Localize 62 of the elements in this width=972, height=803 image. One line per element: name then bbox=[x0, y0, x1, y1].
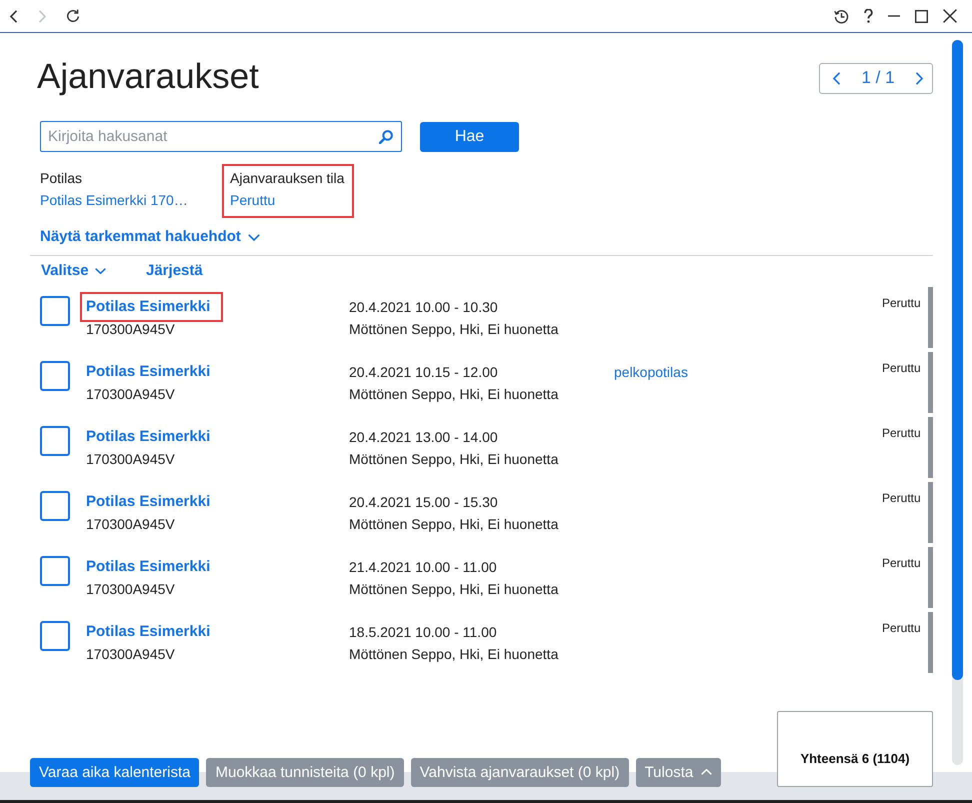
maximize-icon[interactable] bbox=[915, 10, 928, 22]
patient-id: 170300A945V bbox=[86, 320, 175, 338]
patient-link[interactable]: Potilas Esimerkki bbox=[86, 622, 210, 642]
total-count-panel: Yhteensä 6 (1104) bbox=[777, 711, 933, 787]
patient-link[interactable]: Potilas Esimerkki bbox=[86, 492, 210, 512]
status-text: Peruttu bbox=[882, 620, 921, 636]
status-text: Peruttu bbox=[882, 295, 921, 311]
page-title: Ajanvaraukset bbox=[37, 56, 259, 98]
status-text: Peruttu bbox=[882, 555, 921, 571]
action-button[interactable]: Varaa aika kalenterista bbox=[30, 758, 200, 787]
sort-link[interactable]: Järjestä bbox=[146, 261, 203, 281]
tag-link[interactable]: pelkopotilas bbox=[614, 362, 688, 382]
chevron-left-icon[interactable] bbox=[833, 72, 841, 84]
refresh-icon[interactable] bbox=[66, 9, 80, 23]
chevron-right-icon[interactable] bbox=[915, 72, 923, 84]
checkbox[interactable] bbox=[40, 621, 70, 651]
appointment-details: Möttönen Seppo, Hki, Ei huonetta bbox=[349, 645, 558, 664]
close-icon[interactable] bbox=[943, 9, 957, 23]
appointment-time: 20.4.2021 10.15 - 12.00 bbox=[349, 363, 498, 382]
history-icon[interactable] bbox=[834, 8, 849, 24]
appointment-time: 18.5.2021 10.00 - 11.00 bbox=[349, 623, 497, 642]
patient-id: 170300A945V bbox=[86, 515, 175, 533]
status-text: Peruttu bbox=[882, 490, 921, 506]
checkbox[interactable] bbox=[40, 556, 70, 586]
status-text: Peruttu bbox=[882, 360, 921, 376]
appointment-details: Möttönen Seppo, Hki, Ei huonetta bbox=[349, 450, 558, 469]
patient-link[interactable]: Potilas Esimerkki bbox=[86, 297, 210, 317]
patient-link[interactable]: Potilas Esimerkki bbox=[86, 557, 210, 577]
status-text: Peruttu bbox=[882, 425, 921, 441]
back-icon[interactable] bbox=[10, 10, 18, 22]
filter-label: Potilas bbox=[40, 169, 84, 188]
select-menu-link[interactable]: Valitse bbox=[41, 261, 146, 281]
appointment-time: 20.4.2021 10.00 - 10.30 bbox=[349, 298, 498, 317]
filter-value-link[interactable]: Potilas Esimerkki 170… bbox=[40, 190, 212, 210]
more-filters-link[interactable]: Näytä tarkemmat hakuehdot bbox=[40, 227, 260, 247]
appointment-details: Möttönen Seppo, Hki, Ei huonetta bbox=[349, 580, 558, 599]
minimize-icon[interactable] bbox=[888, 15, 900, 17]
caret-up-icon bbox=[701, 768, 712, 774]
chevron-down-icon bbox=[94, 268, 106, 274]
appointment-details: Möttönen Seppo, Hki, Ei huonetta bbox=[349, 515, 558, 534]
filter-value-link[interactable]: Peruttu bbox=[230, 190, 344, 210]
checkbox[interactable] bbox=[40, 361, 70, 391]
patient-id: 170300A945V bbox=[86, 385, 175, 403]
patient-id: 170300A945V bbox=[86, 450, 175, 468]
appointment-time: 20.4.2021 15.00 - 15.30 bbox=[349, 493, 498, 512]
patient-id: 170300A945V bbox=[86, 645, 175, 663]
patient-id: 170300A945V bbox=[86, 580, 175, 598]
chevron-down-icon bbox=[248, 234, 260, 240]
patient-link[interactable]: Potilas Esimerkki bbox=[86, 362, 210, 382]
appointment-time: 21.4.2021 10.00 - 11.00 bbox=[349, 558, 497, 577]
filter-label: Ajanvarauksen tila bbox=[230, 169, 344, 188]
checkbox[interactable] bbox=[40, 491, 70, 521]
checkbox[interactable] bbox=[40, 426, 70, 456]
checkbox[interactable] bbox=[40, 296, 70, 326]
appointment-time: 20.4.2021 13.00 - 14.00 bbox=[349, 428, 498, 447]
search-button[interactable]: Hae bbox=[420, 122, 519, 152]
help-icon[interactable] bbox=[864, 9, 873, 23]
search-field[interactable]: Kirjoita hakusanat bbox=[40, 121, 402, 152]
appointment-details: Möttönen Seppo, Hki, Ei huonetta bbox=[349, 320, 558, 339]
page-indicator: 1 / 1 bbox=[861, 68, 895, 88]
patient-link[interactable]: Potilas Esimerkki bbox=[86, 427, 210, 447]
appointment-details: Möttönen Seppo, Hki, Ei huonetta bbox=[349, 385, 558, 404]
